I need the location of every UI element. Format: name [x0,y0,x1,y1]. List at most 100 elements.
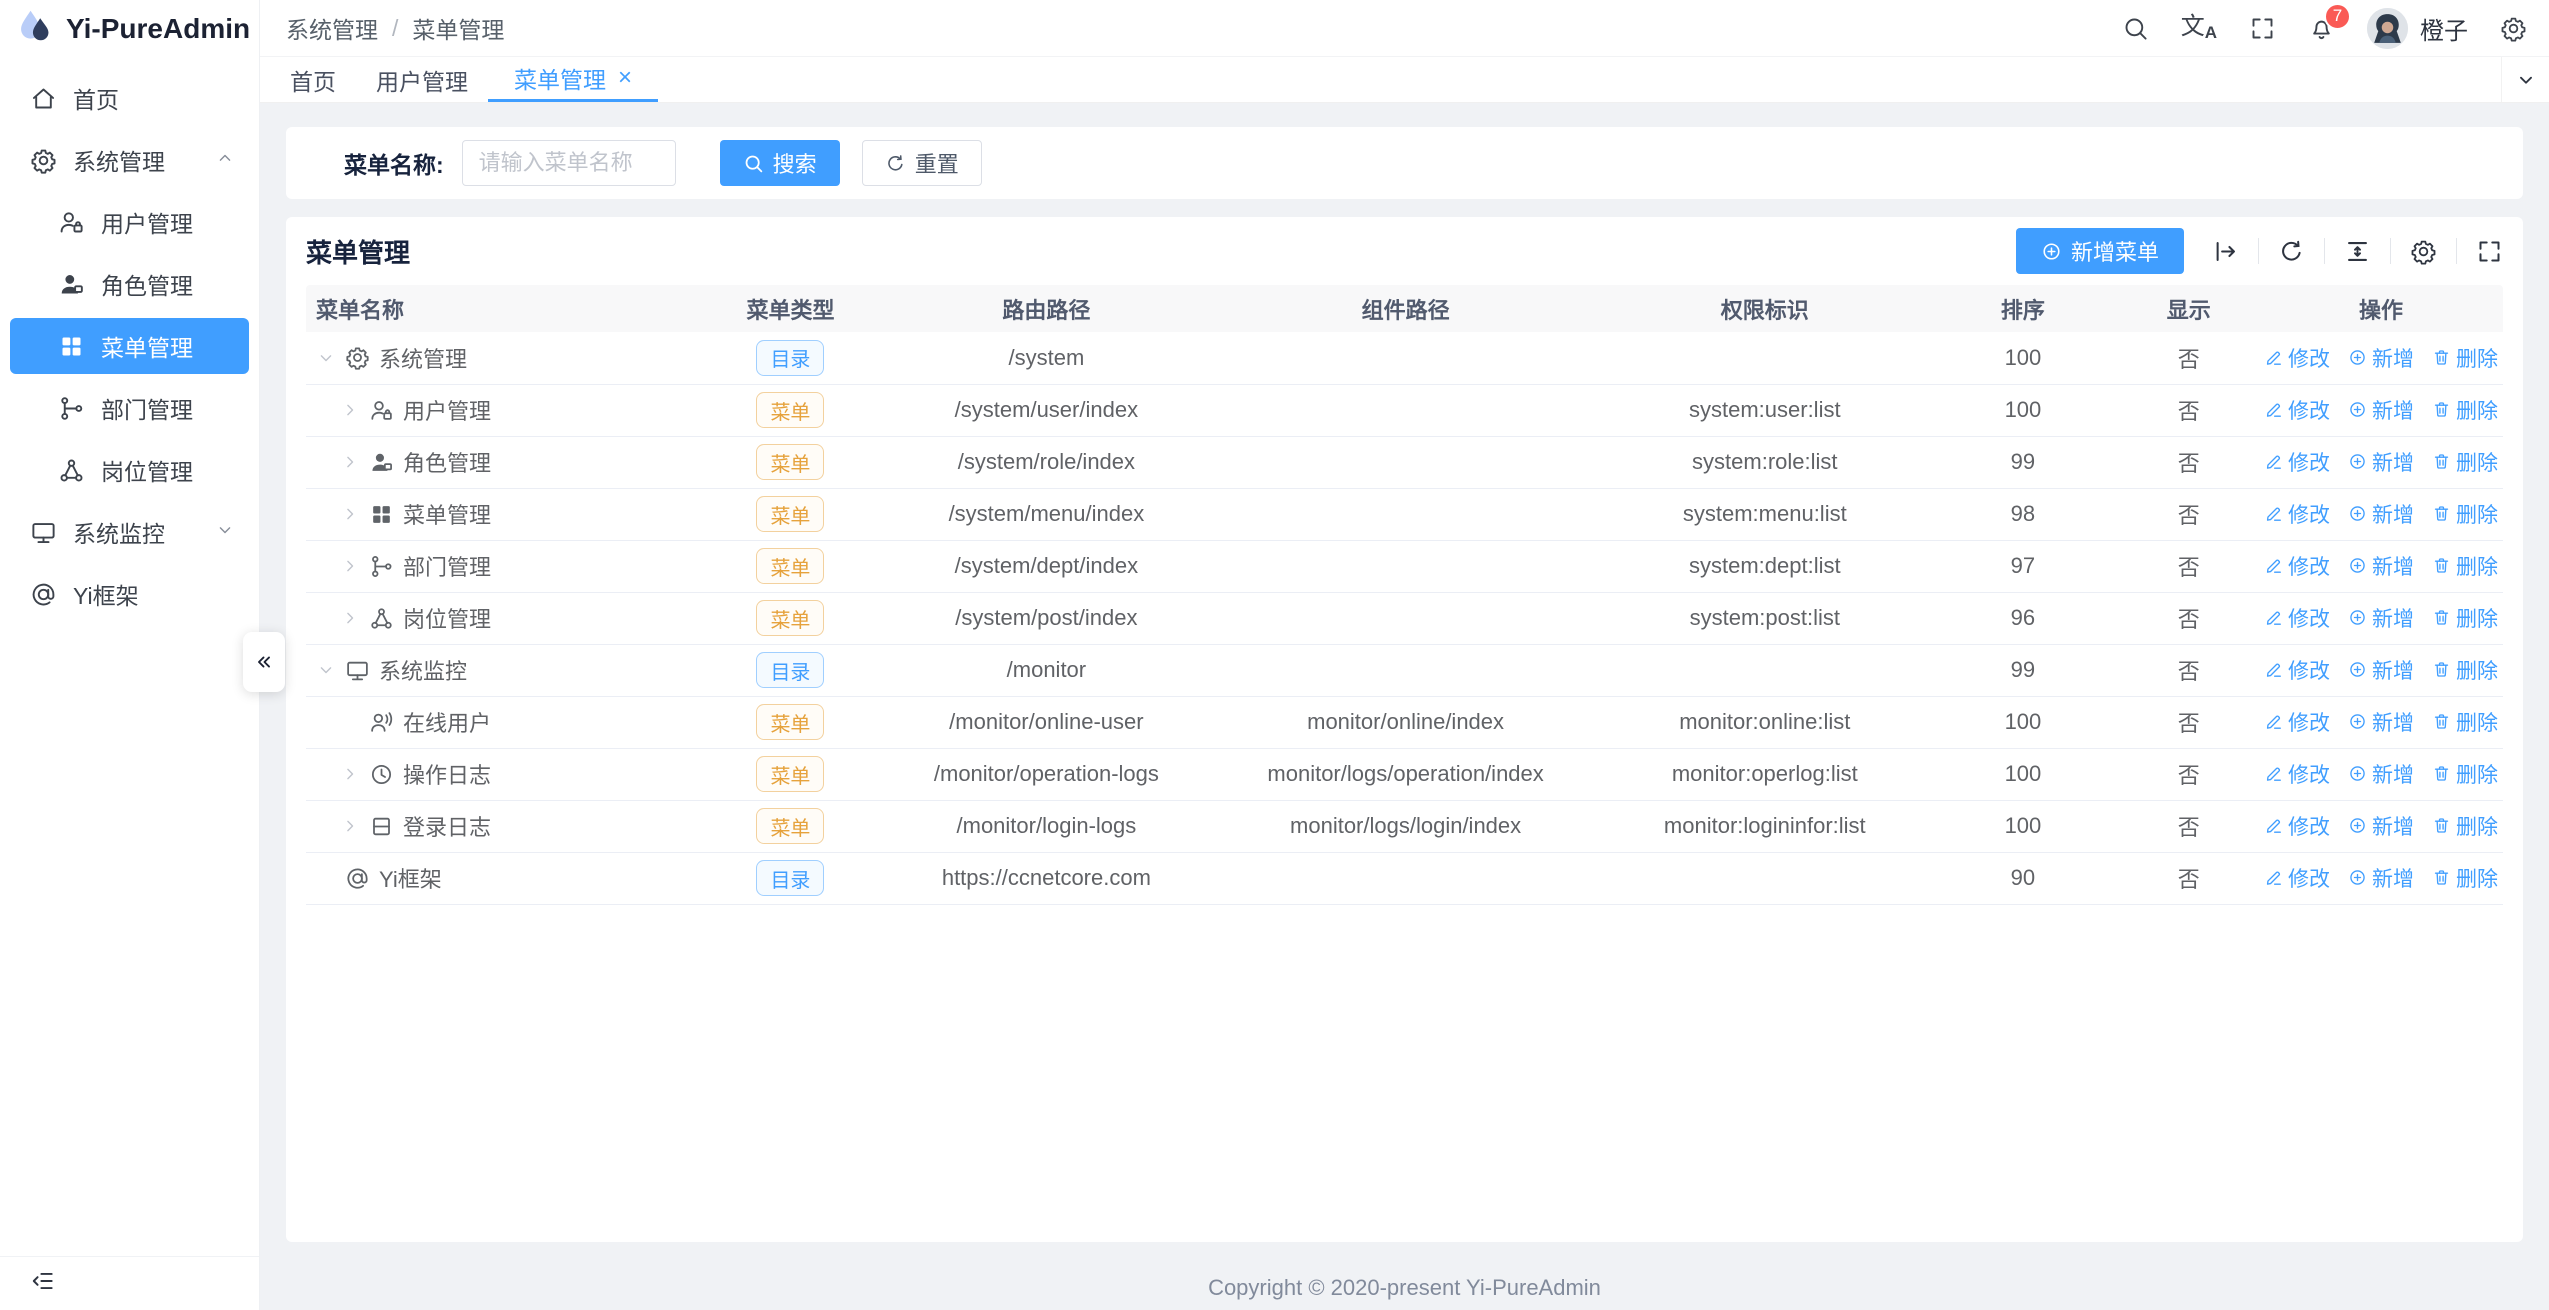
table-row: 角色管理菜单/system/role/indexsystem:role:list… [306,436,2503,488]
table-row: 部门管理菜单/system/dept/indexsystem:dept:list… [306,540,2503,592]
notifications-bell-icon[interactable]: 7 [2308,15,2335,42]
tree-expand-icon[interactable] [340,400,360,420]
add-action[interactable]: 新增 [2348,707,2414,737]
add-menu-button[interactable]: 新增菜单 [2016,228,2184,274]
breadcrumb-item-current: 菜单管理 [412,11,504,45]
tree-expand-icon[interactable] [340,556,360,576]
grid-icon [369,502,394,527]
permission-key: system:dept:list [1602,540,1927,592]
sidebar-item-label: 系统管理 [73,143,165,177]
route-path: /monitor/login-logs [884,800,1209,852]
logo[interactable]: Yi-PureAdmin [0,0,259,57]
tree-collapse-icon[interactable] [316,660,336,680]
add-action[interactable]: 新增 [2348,759,2414,789]
table-row: 系统监控目录/monitor99否修改新增删除 [306,644,2503,696]
edit-action[interactable]: 修改 [2264,343,2330,373]
fullscreen-icon[interactable] [2249,15,2276,42]
tabs-dropdown-button[interactable] [2501,57,2549,102]
gear-icon [30,147,57,174]
add-action[interactable]: 新增 [2348,395,2414,425]
add-action[interactable]: 新增 [2348,863,2414,893]
edit-action[interactable]: 修改 [2264,707,2330,737]
delete-action[interactable]: 删除 [2432,343,2498,373]
tree-expand-icon[interactable] [340,452,360,472]
table-fullscreen-icon[interactable] [2476,238,2503,265]
delete-action[interactable]: 删除 [2432,863,2498,893]
tree-collapse-icon[interactable] [316,348,336,368]
route-path: /monitor/online-user [884,696,1209,748]
role-icon [369,450,394,475]
route-path: /system/user/index [884,384,1209,436]
search-button[interactable]: 搜索 [720,140,840,186]
sidebar-item[interactable]: 用户管理 [0,191,259,253]
collapse-sidebar-icon[interactable] [30,1268,56,1299]
user-menu[interactable]: 橙子 [2367,8,2468,49]
plus-circle-icon [2348,764,2367,783]
search-icon[interactable] [2122,15,2149,42]
menu-name-input[interactable] [462,140,676,186]
avatar [2367,8,2408,49]
delete-action[interactable]: 删除 [2432,759,2498,789]
refresh-icon[interactable] [2278,238,2305,265]
sidebar-item[interactable]: 部门管理 [0,377,259,439]
row-density-icon[interactable] [2344,238,2371,265]
tree-expand-icon[interactable] [340,608,360,628]
add-action[interactable]: 新增 [2348,551,2414,581]
column-settings-gear-icon[interactable] [2410,238,2437,265]
delete-action[interactable]: 删除 [2432,603,2498,633]
permission-key: monitor:operlog:list [1602,748,1927,800]
expand-rows-icon[interactable] [2212,238,2239,265]
delete-action[interactable]: 删除 [2432,447,2498,477]
reset-button[interactable]: 重置 [862,140,982,186]
add-action[interactable]: 新增 [2348,343,2414,373]
tree-expand-icon[interactable] [340,816,360,836]
table-card-header: 菜单管理 新增菜单 [306,217,2503,285]
add-action[interactable]: 新增 [2348,447,2414,477]
trash-icon [2432,764,2451,783]
delete-action[interactable]: 删除 [2432,499,2498,529]
column-header: 操作 [2259,285,2503,332]
visible-flag: 否 [2118,436,2259,488]
sidebar-item[interactable]: 角色管理 [0,253,259,315]
tree-expand-icon[interactable] [340,504,360,524]
breadcrumb-item[interactable]: 系统管理 [286,11,378,45]
edit-action[interactable]: 修改 [2264,395,2330,425]
add-action[interactable]: 新增 [2348,499,2414,529]
online-icon [369,710,394,735]
sidebar-item[interactable]: 系统监控 [0,501,259,563]
tab[interactable]: 首页 [270,57,356,102]
add-action[interactable]: 新增 [2348,811,2414,841]
add-action[interactable]: 新增 [2348,603,2414,633]
collapse-fab-button[interactable] [243,632,285,692]
add-action[interactable]: 新增 [2348,655,2414,685]
tab[interactable]: 用户管理 [356,57,488,102]
delete-action[interactable]: 删除 [2432,655,2498,685]
translate-icon[interactable]: 文A [2181,15,2217,41]
edit-action[interactable]: 修改 [2264,551,2330,581]
settings-gear-icon[interactable] [2500,15,2527,42]
delete-action[interactable]: 删除 [2432,395,2498,425]
username: 橙子 [2420,11,2468,46]
sidebar-item[interactable]: 岗位管理 [0,439,259,501]
edit-action[interactable]: 修改 [2264,603,2330,633]
edit-action[interactable]: 修改 [2264,655,2330,685]
tab[interactable]: 菜单管理× [488,57,658,102]
sidebar-item[interactable]: Yi框架 [0,563,259,625]
close-icon[interactable]: × [618,66,632,90]
delete-action[interactable]: 删除 [2432,707,2498,737]
delete-action[interactable]: 删除 [2432,551,2498,581]
delete-action[interactable]: 删除 [2432,811,2498,841]
sidebar-item[interactable]: 菜单管理 [10,318,249,374]
edit-action[interactable]: 修改 [2264,759,2330,789]
edit-icon [2264,868,2283,887]
edit-action[interactable]: 修改 [2264,863,2330,893]
sidebar-item[interactable]: 首页 [0,67,259,129]
edit-action[interactable]: 修改 [2264,447,2330,477]
edit-action[interactable]: 修改 [2264,499,2330,529]
tree-expand-icon[interactable] [340,764,360,784]
sort-value: 99 [1927,644,2118,696]
edit-action[interactable]: 修改 [2264,811,2330,841]
sidebar-item[interactable]: 系统管理 [0,129,259,191]
topbar: 系统管理 / 菜单管理 文A 7 橙子 [260,0,2549,57]
brand-drop-icon [16,8,54,50]
